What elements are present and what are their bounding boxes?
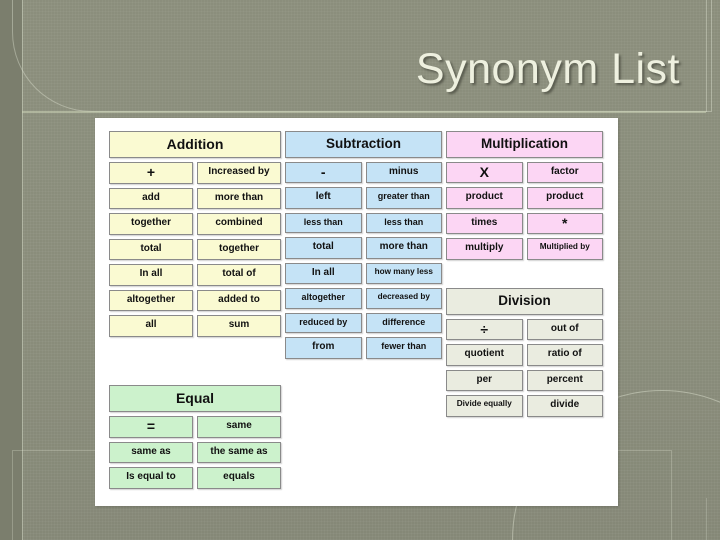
cell-subtraction-6-1[interactable]: difference	[365, 312, 442, 333]
cell-subtraction-7-0[interactable]: from	[285, 337, 362, 359]
table-row: quotient ratio of	[446, 344, 603, 366]
table-row: altogether decreased by	[285, 288, 442, 309]
table-row: - minus	[285, 161, 442, 184]
cell-addition-5-0[interactable]: altogether	[109, 289, 193, 312]
cell-addition-2-0[interactable]: together	[109, 213, 193, 235]
cell-equal-2-1[interactable]: equals	[197, 467, 281, 489]
cell-multiplication-1-1[interactable]: product	[526, 187, 603, 209]
cell-addition-6-1[interactable]: sum	[197, 315, 281, 337]
cell-multiplication-0-1[interactable]: factor	[526, 161, 603, 184]
table-row: multiply Multiplied by	[446, 238, 603, 260]
cell-subtraction-2-0[interactable]: less than	[285, 212, 362, 234]
group-header-equal: Equal	[109, 385, 281, 412]
decorative-circle-tail	[706, 498, 707, 540]
cell-subtraction-4-0[interactable]: In all	[285, 262, 362, 285]
cell-multiplication-2-1[interactable]: *	[526, 212, 603, 235]
table-row: + Increased by	[109, 162, 281, 184]
table-row: less than less than	[285, 212, 442, 234]
cell-addition-4-1[interactable]: total of	[197, 264, 281, 286]
table-row: left greater than	[285, 187, 442, 209]
left-accent-strip	[0, 0, 22, 540]
cell-addition-4-0[interactable]: In all	[109, 264, 193, 286]
cell-subtraction-4-1[interactable]: how many less	[365, 262, 442, 285]
cell-subtraction-0-1[interactable]: minus	[365, 161, 442, 184]
group-subtraction: Subtraction - minus left greater than le…	[285, 131, 442, 363]
group-addition: Addition + Increased by add more than to…	[109, 131, 281, 341]
cell-equal-1-0[interactable]: same as	[109, 441, 193, 464]
group-equal: Equal = same same as the same as Is equa…	[109, 385, 281, 493]
synonym-groups-container: Addition + Increased by add more than to…	[95, 118, 618, 506]
cell-equal-0-1[interactable]: same	[197, 416, 281, 438]
cell-subtraction-2-1[interactable]: less than	[365, 212, 442, 234]
table-row: total more than	[285, 237, 442, 259]
group-header-subtraction: Subtraction	[285, 131, 442, 158]
cell-subtraction-7-1[interactable]: fewer than	[365, 337, 442, 359]
cell-equal-0-0[interactable]: =	[109, 416, 193, 438]
table-row: = same	[109, 416, 281, 438]
cell-division-1-0[interactable]: quotient	[446, 344, 523, 366]
cell-division-2-1[interactable]: percent	[526, 369, 603, 392]
left-accent-line	[22, 0, 23, 540]
cell-addition-3-0[interactable]: total	[109, 238, 193, 261]
cell-equal-2-0[interactable]: Is equal to	[109, 467, 193, 489]
cell-subtraction-6-0[interactable]: reduced by	[285, 312, 362, 333]
cell-equal-1-1[interactable]: the same as	[197, 441, 281, 464]
cell-division-3-1[interactable]: divide	[526, 395, 603, 417]
cell-addition-5-1[interactable]: added to	[197, 289, 281, 312]
table-row: altogether added to	[109, 289, 281, 312]
cell-division-0-0[interactable]: ÷	[446, 318, 523, 341]
cell-subtraction-3-1[interactable]: more than	[365, 237, 442, 259]
table-row: per percent	[446, 369, 603, 392]
cell-multiplication-0-0[interactable]: X	[446, 161, 523, 184]
table-row: In all total of	[109, 264, 281, 286]
table-row: In all how many less	[285, 262, 442, 285]
cell-addition-6-0[interactable]: all	[109, 315, 193, 337]
cell-subtraction-5-1[interactable]: decreased by	[365, 288, 442, 309]
table-row: together combined	[109, 213, 281, 235]
cell-addition-0-0[interactable]: +	[109, 162, 193, 184]
table-row: from fewer than	[285, 337, 442, 359]
cell-multiplication-2-0[interactable]: times	[446, 212, 523, 235]
cell-subtraction-1-0[interactable]: left	[285, 187, 362, 209]
synonym-card: Addition + Increased by add more than to…	[95, 118, 618, 506]
cell-addition-1-1[interactable]: more than	[197, 187, 281, 210]
cell-addition-0-1[interactable]: Increased by	[197, 162, 281, 184]
cell-subtraction-1-1[interactable]: greater than	[365, 187, 442, 209]
group-header-division: Division	[446, 288, 603, 315]
cell-division-0-1[interactable]: out of	[526, 318, 603, 341]
group-header-multiplication: Multiplication	[446, 131, 603, 158]
table-row: Divide equally divide	[446, 395, 603, 417]
cell-addition-3-1[interactable]: together	[197, 238, 281, 261]
group-header-addition: Addition	[109, 131, 281, 158]
cell-multiplication-3-1[interactable]: Multiplied by	[526, 238, 603, 260]
table-row: all sum	[109, 315, 281, 337]
table-row: total together	[109, 238, 281, 261]
cell-multiplication-3-0[interactable]: multiply	[446, 238, 523, 260]
group-division: Division ÷ out of quotient ratio of per …	[446, 288, 603, 421]
page-title: Synonym List	[415, 45, 680, 93]
title-underline-rule	[22, 111, 706, 113]
cell-multiplication-1-0[interactable]: product	[446, 187, 523, 209]
slide-canvas: Synonym List Addition + Increased by add…	[0, 0, 720, 540]
table-row: X factor	[446, 161, 603, 184]
group-multiplication: Multiplication X factor product product …	[446, 131, 603, 264]
cell-addition-1-0[interactable]: add	[109, 187, 193, 210]
cell-addition-2-1[interactable]: combined	[197, 213, 281, 235]
cell-subtraction-3-0[interactable]: total	[285, 237, 362, 259]
cell-subtraction-5-0[interactable]: altogether	[285, 288, 362, 309]
table-row: product product	[446, 187, 603, 209]
table-row: same as the same as	[109, 441, 281, 464]
cell-division-2-0[interactable]: per	[446, 369, 523, 392]
decorative-right-rule	[706, 0, 707, 112]
table-row: add more than	[109, 187, 281, 210]
table-row: ÷ out of	[446, 318, 603, 341]
cell-division-3-0[interactable]: Divide equally	[446, 395, 523, 417]
cell-subtraction-0-0[interactable]: -	[285, 161, 362, 184]
cell-division-1-1[interactable]: ratio of	[526, 344, 603, 366]
table-row: reduced by difference	[285, 312, 442, 333]
table-row: Is equal to equals	[109, 467, 281, 489]
table-row: times *	[446, 212, 603, 235]
